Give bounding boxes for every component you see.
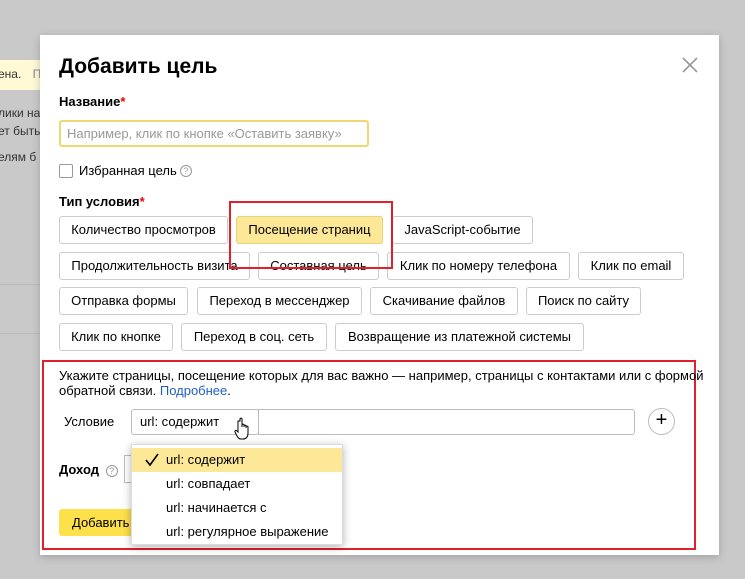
hand-cursor-icon	[234, 417, 249, 440]
type-chip-site-search[interactable]: Поиск по сайту	[526, 287, 641, 315]
condition-description: Укажите страницы, посещение которых для …	[59, 368, 704, 398]
type-chip-payment-return[interactable]: Возвращение из платежной системы	[335, 323, 584, 351]
goal-name-input[interactable]	[59, 120, 369, 147]
condition-type-label: Тип условия*	[59, 194, 145, 209]
help-icon[interactable]: ?	[179, 164, 192, 177]
background-text: елям б	[0, 150, 37, 164]
dropdown-option-regex[interactable]: url: регулярное выражение	[132, 520, 342, 544]
dropdown-option-equals[interactable]: url: совпадает	[132, 472, 342, 496]
modal-title: Добавить цель	[59, 55, 218, 78]
income-label: Доход ?	[59, 462, 118, 477]
type-chip-social-network[interactable]: Переход в соц. сеть	[181, 323, 327, 351]
type-chip-form-submit[interactable]: Отправка формы	[59, 287, 188, 315]
condition-value-input[interactable]	[258, 409, 635, 435]
name-label: Название*	[59, 94, 126, 109]
type-chip-phone-click[interactable]: Клик по номеру телефона	[387, 252, 570, 280]
background-divider	[0, 284, 40, 285]
add-goal-button[interactable]: Добавить цель	[59, 509, 139, 536]
type-chip-email-click[interactable]: Клик по email	[578, 252, 684, 280]
type-chip-js-event[interactable]: JavaScript-событие	[392, 216, 533, 244]
background-text: лики на	[0, 106, 41, 120]
type-chip-views[interactable]: Количество просмотров	[59, 216, 228, 244]
dropdown-option-starts-with[interactable]: url: начинается с	[132, 496, 342, 520]
favorite-goal-row: Избранная цель ?	[59, 163, 192, 178]
favorite-goal-checkbox[interactable]	[59, 163, 73, 178]
highlight-box	[229, 201, 393, 269]
more-info-link[interactable]: Подробнее	[160, 383, 227, 398]
background-text: ена. П	[0, 67, 42, 81]
condition-label: Условие	[64, 414, 115, 429]
background-divider	[0, 333, 40, 334]
add-condition-button[interactable]: +	[648, 408, 675, 435]
type-chip-visit-duration[interactable]: Продолжительность визита	[59, 252, 250, 280]
close-button[interactable]	[679, 54, 701, 76]
close-icon	[682, 57, 698, 73]
background-text: ет быть	[0, 124, 41, 138]
type-chip-messenger[interactable]: Переход в мессенджер	[197, 287, 362, 315]
help-icon[interactable]: ?	[105, 465, 118, 477]
type-chip-file-download[interactable]: Скачивание файлов	[370, 287, 518, 315]
add-goal-modal: Добавить цель Название* Избранная цель ?…	[40, 35, 719, 555]
condition-operator-dropdown: url: содержит url: совпадает url: начина…	[131, 444, 343, 545]
favorite-goal-label: Избранная цель	[79, 163, 177, 178]
check-icon	[145, 453, 159, 467]
type-chip-button-click[interactable]: Клик по кнопке	[59, 323, 173, 351]
dropdown-option-contains[interactable]: url: содержит	[132, 448, 342, 472]
